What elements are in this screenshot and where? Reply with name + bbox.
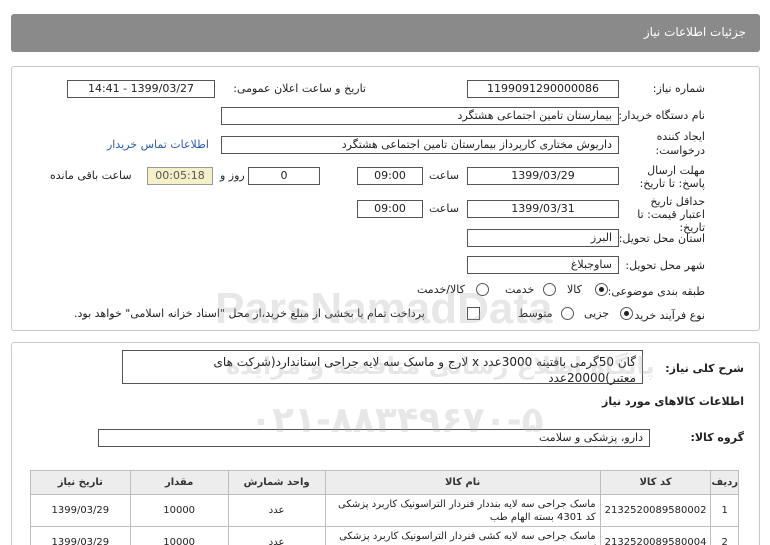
category-option-service: خدمت [505,283,535,296]
remaining-timer: 00:05:18 [147,167,213,185]
remaining-label: ساعت باقی مانده [50,169,132,182]
validity-time-field: 09:00 [357,200,423,218]
need-number-label: شماره نیاز: [652,82,705,95]
col-qty: مقدار [129,470,229,495]
cell-name: ماسک جراحی سه لایه کشی فنردار التراسونیک… [324,526,601,545]
city-field: ساوجبلاغ [467,256,619,274]
validity-time-label: ساعت [429,202,459,215]
cell-unit: عدد [227,494,326,527]
need-number-field: 1199091290000086 [467,80,619,98]
table-row[interactable]: 2 2132520089580004 ماسک جراحی سه لایه کش… [30,526,739,545]
goods-group-field: دارو، پزشکی و سلامت [98,429,650,447]
category-label: طبقه بندی موضوعی: [607,285,705,298]
col-code: کد کالا [599,470,712,495]
table-header-row: ردیف کد کالا نام کالا واحد شمارش مقدار ت… [30,470,739,495]
cell-name: ماسک جراحی سه لایه بنددار فنردار التراسو… [324,494,601,527]
cell-date: 1399/03/29 [30,494,131,527]
process-option-medium: متوسط [518,307,553,320]
cell-row: 2 [710,526,739,545]
deadline-date-field: 1399/03/29 [467,167,619,185]
col-date: تاریخ نیاز [30,470,131,495]
page-header: جزئیات اطلاعات نیاز [11,14,760,52]
requester-field: داریوش مختاری کارپرداز بیمارستان تامین ا… [221,136,619,154]
days-label: روز و [220,169,245,182]
buyer-org-label: نام دستگاه خریدار: [618,109,705,122]
category-radio-goods[interactable] [595,283,608,296]
goods-table: ردیف کد کالا نام کالا واحد شمارش مقدار ت… [30,470,739,545]
deadline-time-field: 09:00 [357,167,423,185]
cell-code: 2132520089580002 [599,494,712,527]
category-radio-goods-service[interactable] [476,283,489,296]
cell-qty: 10000 [129,526,229,545]
requester-label: ایجاد کننده درخواست: [655,130,705,157]
category-option-goods-service: کالا/خدمت [417,283,465,296]
province-field: البرز [467,229,619,247]
description-text: گان 50گرمی بافتینه 3000عدد x لارج و ماسک… [122,350,643,385]
city-label: شهر محل تحویل: [625,259,705,272]
page-title: جزئیات اطلاعات نیاز [643,25,746,39]
days-remaining-field: 0 [248,167,320,185]
process-option-minor: جزیی [584,307,610,320]
goods-group-label: گروه کالا: [690,431,744,444]
goods-section-title: اطلاعات کالاهای مورد نیاز [602,395,744,408]
category-radio-service[interactable] [543,283,556,296]
treasury-payment-note: پرداخت تمام یا بخشی از مبلغ خرید،از محل … [74,307,425,320]
cell-code: 2132520089580004 [599,526,712,545]
cell-date: 1399/03/29 [30,526,131,545]
buyer-contact-link[interactable]: اطلاعات تماس خریدار [107,138,209,151]
col-row: ردیف [710,470,739,495]
validity-date-field: 1399/03/31 [467,200,619,218]
description-label: شرح کلی نیاز: [665,362,744,375]
cell-unit: عدد [227,526,326,545]
deadline-time-label: ساعت [429,169,459,182]
process-label: نوع فرآیند خرید : [627,309,705,322]
col-name: نام کالا [324,470,601,495]
col-unit: واحد شمارش [227,470,326,495]
treasury-payment-checkbox[interactable] [467,307,480,320]
process-radio-minor[interactable] [620,307,633,320]
province-label: استان محل تحویل: [618,232,705,245]
cell-qty: 10000 [129,494,229,527]
announce-datetime-field: 1399/03/27 - 14:41 [67,80,215,98]
cell-row: 1 [710,494,739,527]
validity-label: حداقل تاریخ اعتبار قیمت: تا تاریخ: [637,195,705,234]
announce-label: تاریخ و ساعت اعلان عمومی: [233,82,366,95]
buyer-org-field: بیمارستان تامین اجتماعی هشتگرد [221,107,619,125]
table-row[interactable]: 1 2132520089580002 ماسک جراحی سه لایه بن… [30,494,739,527]
category-option-goods: کالا [567,283,582,296]
deadline-label: مهلت ارسال پاسخ: تا تاریخ: [639,164,705,190]
process-radio-medium[interactable] [561,307,574,320]
